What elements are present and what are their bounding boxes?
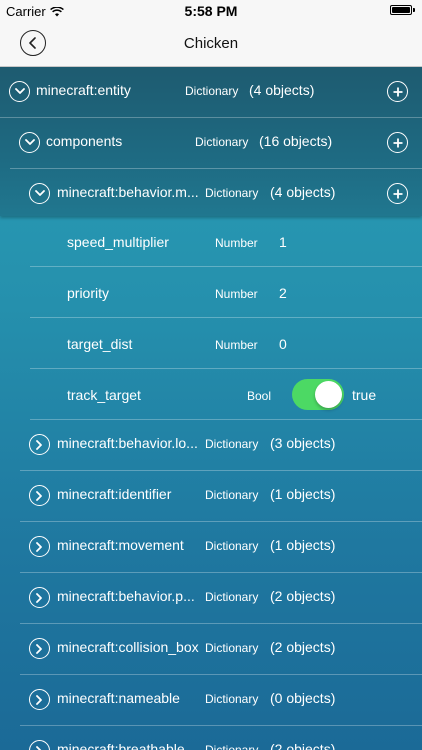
row-type: Dictionary [205,641,259,655]
row-key: minecraft:behavior.m... [57,184,199,200]
chevron-down-icon[interactable] [19,132,40,153]
row-value: (2 objects) [270,588,336,604]
row-value: (0 objects) [270,690,336,706]
row-key: minecraft:movement [57,537,184,553]
row-type: Dictionary [205,186,259,200]
status-bar: Carrier 5:58 PM [0,0,422,22]
row-key: speed_multiplier [67,234,169,250]
row-value: (1 objects) [270,486,336,502]
row-key: minecraft:behavior.lo... [57,435,198,451]
row-type: Dictionary [205,488,259,502]
row-key: target_dist [67,336,133,352]
row-value: true [352,387,377,403]
tree-row-target-dist[interactable]: target_dist Number 0 [30,318,422,369]
status-time: 5:58 PM [184,3,238,19]
row-type: Dictionary [205,437,259,451]
toggle-knob [315,381,342,408]
tree-row-track-target[interactable]: track_target Bool true [30,369,422,420]
row-key: components [46,133,123,149]
tree-row-movement[interactable]: minecraft:movement Dictionary (1 objects… [20,522,422,573]
row-value: (2 objects) [270,741,336,750]
row-type: Number [215,236,258,250]
row-key: minecraft:behavior.p... [57,588,195,604]
row-type: Dictionary [205,692,259,706]
row-type: Dictionary [205,590,259,604]
row-type: Bool [247,389,272,403]
chevron-right-icon[interactable] [29,434,50,455]
navigation-bar: Chicken [0,22,422,67]
chevron-down-icon[interactable] [29,183,50,204]
row-value: (4 objects) [249,82,315,98]
row-type: Dictionary [205,743,259,750]
chevron-right-icon[interactable] [29,740,50,750]
plus-icon[interactable] [387,81,408,102]
page-title: Chicken [183,35,239,52]
tree-row-behavior-m[interactable]: minecraft:behavior.m... Dictionary (4 ob… [20,169,422,220]
row-type: Number [215,287,258,301]
tree-row-minecraft-entity[interactable]: minecraft:entity Dictionary (4 objects) [0,67,422,118]
row-value: (3 objects) [270,435,336,451]
row-type: Dictionary [195,135,249,149]
battery-icon [390,5,415,15]
row-type: Dictionary [205,539,259,553]
chevron-down-icon[interactable] [9,81,30,102]
row-key: minecraft:entity [36,82,131,98]
row-value: (16 objects) [259,133,333,149]
tree-row-collision-box[interactable]: minecraft:collision_box Dictionary (2 ob… [20,624,422,675]
row-type: Number [215,338,258,352]
row-key: priority [67,285,110,301]
tree-row-behavior-lo[interactable]: minecraft:behavior.lo... Dictionary (3 o… [20,420,422,471]
chevron-right-icon[interactable] [29,536,50,557]
tree-row-speed-multiplier[interactable]: speed_multiplier Number 1 [30,216,422,267]
row-key: minecraft:nameable [57,690,180,706]
tree-row-nameable[interactable]: minecraft:nameable Dictionary (0 objects… [20,675,422,726]
plus-icon[interactable] [387,183,408,204]
tree-row-identifier[interactable]: minecraft:identifier Dictionary (1 objec… [20,471,422,522]
tree-row-behavior-p[interactable]: minecraft:behavior.p... Dictionary (2 ob… [20,573,422,624]
row-key: minecraft:identifier [57,486,172,502]
tree-row-priority[interactable]: priority Number 2 [30,267,422,318]
chevron-right-icon[interactable] [29,587,50,608]
row-key: minecraft:breathable [57,741,185,750]
row-key: track_target [67,387,141,403]
row-value[interactable]: 0 [279,336,287,352]
row-key: minecraft:collision_box [57,639,199,655]
plus-icon[interactable] [387,132,408,153]
row-value: (4 objects) [270,184,336,200]
row-value: (2 objects) [270,639,336,655]
chevron-right-icon[interactable] [29,638,50,659]
bool-toggle[interactable] [292,379,344,410]
row-value: (1 objects) [270,537,336,553]
property-tree: minecraft:entity Dictionary (4 objects) … [0,67,422,750]
row-value[interactable]: 1 [279,234,287,250]
tree-row-breathable[interactable]: minecraft:breathable Dictionary (2 objec… [20,726,422,750]
row-type: Dictionary [185,84,239,98]
chevron-right-icon[interactable] [29,689,50,710]
tree-row-components[interactable]: components Dictionary (16 objects) [10,118,422,169]
chevron-right-icon[interactable] [29,485,50,506]
row-value[interactable]: 2 [279,285,287,301]
